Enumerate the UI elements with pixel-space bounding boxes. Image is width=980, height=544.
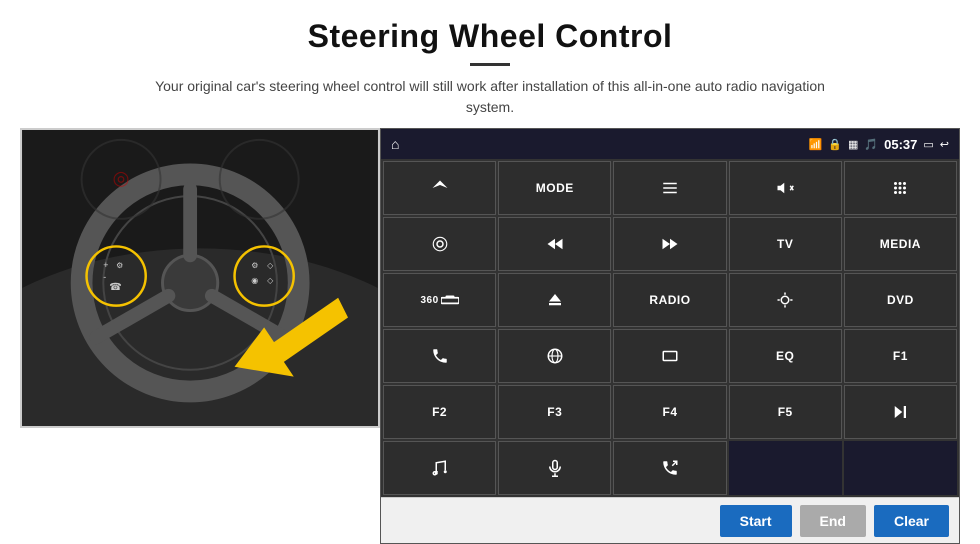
back-icon[interactable]: ↩ [940,138,949,151]
lock-icon: 🔒 [828,138,842,151]
sim-icon: ▦ [848,138,858,151]
tv-btn[interactable]: TV [729,217,842,271]
content-area: + - ⚙ ☎ ⚙ ◇ ◉ ◇ ◎ [0,128,980,544]
list-btn[interactable] [613,161,726,215]
empty-cell-2 [844,441,957,495]
home-icon[interactable]: ⌂ [391,136,399,152]
subtitle: Your original car's steering wheel contr… [140,76,840,118]
phone-btn[interactable] [383,329,496,383]
f2-btn[interactable]: F2 [383,385,496,439]
f5-btn[interactable]: F5 [729,385,842,439]
svg-text:◇: ◇ [267,276,274,285]
apps-btn[interactable] [844,161,957,215]
svg-text:◉: ◉ [251,276,258,285]
cast-icon: ▭ [923,138,933,151]
status-time: 05:37 [884,137,917,152]
clear-button[interactable]: Clear [874,505,949,537]
svg-text:⚙: ⚙ [251,261,258,270]
title-divider [470,63,510,66]
end-button[interactable]: End [800,505,866,537]
music-btn[interactable] [383,441,496,495]
phone-call-btn[interactable] [613,441,726,495]
360-btn[interactable]: 360 [383,273,496,327]
svg-text:◎: ◎ [112,167,129,189]
svg-text:☎: ☎ [109,282,121,293]
f4-btn[interactable]: F4 [613,385,726,439]
bluetooth-icon: 🎵 [864,138,878,151]
status-bar: ⌂ 📶 🔒 ▦ 🎵 05:37 ▭ ↩ [381,129,959,159]
page-title: Steering Wheel Control [40,18,940,55]
brightness-btn[interactable] [729,273,842,327]
globe-btn[interactable] [498,329,611,383]
control-panel: ⌂ 📶 🔒 ▦ 🎵 05:37 ▭ ↩ MODE [380,128,960,544]
empty-cell-1 [729,441,842,495]
radio-btn[interactable]: RADIO [613,273,726,327]
svg-text:◇: ◇ [267,261,274,270]
rewind-btn[interactable] [498,217,611,271]
page-wrapper: Steering Wheel Control Your original car… [0,0,980,544]
window-btn[interactable] [613,329,726,383]
eq-btn[interactable]: EQ [729,329,842,383]
bottom-bar: Start End Clear [381,497,959,543]
dvd-btn[interactable]: DVD [844,273,957,327]
navigate-btn[interactable] [383,161,496,215]
fastforward-btn[interactable] [613,217,726,271]
mode-btn[interactable]: MODE [498,161,611,215]
mute-btn[interactable] [729,161,842,215]
settings-btn[interactable] [383,217,496,271]
media-btn[interactable]: MEDIA [844,217,957,271]
wifi-icon: 📶 [809,138,823,151]
svg-text:+: + [103,260,108,270]
microphone-btn[interactable] [498,441,611,495]
svg-text:⚙: ⚙ [116,261,123,270]
header-section: Steering Wheel Control Your original car… [0,0,980,128]
button-grid: MODE TV [381,159,959,497]
f3-btn[interactable]: F3 [498,385,611,439]
eject-btn[interactable] [498,273,611,327]
start-button[interactable]: Start [720,505,792,537]
svg-text:-: - [103,272,106,282]
f1-btn[interactable]: F1 [844,329,957,383]
steering-wheel-image: + - ⚙ ☎ ⚙ ◇ ◉ ◇ ◎ [20,128,380,428]
status-icons: 📶 🔒 ▦ 🎵 05:37 ▭ ↩ [809,137,949,152]
play-pause-btn[interactable] [844,385,957,439]
